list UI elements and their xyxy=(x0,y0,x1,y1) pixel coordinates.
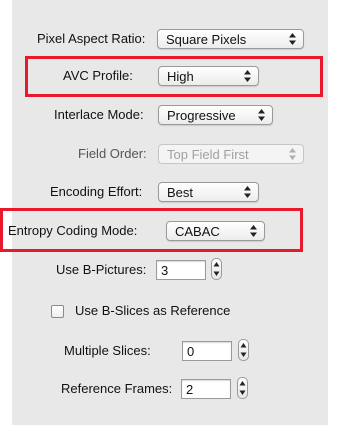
entropy-coding-mode-value: CABAC xyxy=(175,224,220,239)
multiple-slices-stepper[interactable] xyxy=(238,339,249,361)
avc-profile-value: High xyxy=(167,69,194,84)
stepper-arrows-icon xyxy=(240,343,247,357)
field-order-value: Top Field First xyxy=(167,147,249,162)
use-b-pictures-value: 3 xyxy=(161,263,169,278)
up-down-arrows-icon xyxy=(243,69,252,83)
multiple-slices-value: 0 xyxy=(187,344,195,359)
pixel-aspect-ratio-popup[interactable]: Square Pixels xyxy=(157,29,304,49)
reference-frames-field[interactable]: 2 xyxy=(181,379,231,399)
pixel-aspect-ratio-label: Pixel Aspect Ratio: xyxy=(37,31,146,46)
pixel-aspect-ratio-value: Square Pixels xyxy=(166,32,247,47)
avc-profile-label: AVC Profile: xyxy=(63,68,133,83)
interlace-mode-popup[interactable]: Progressive xyxy=(158,105,273,125)
use-b-pictures-field[interactable]: 3 xyxy=(156,260,206,280)
use-b-pictures-stepper[interactable] xyxy=(211,258,222,280)
use-b-slices-as-reference-label: Use B-Slices as Reference xyxy=(75,303,231,318)
interlace-mode-label: Interlace Mode: xyxy=(54,107,144,122)
encoding-effort-value: Best xyxy=(167,185,194,200)
avc-profile-popup[interactable]: High xyxy=(158,66,259,86)
entropy-coding-mode-popup[interactable]: CABAC xyxy=(166,221,265,241)
reference-frames-value: 2 xyxy=(186,382,194,397)
entropy-coding-mode-label: Entropy Coding Mode: xyxy=(8,223,138,238)
interlace-mode-value: Progressive xyxy=(167,108,236,123)
multiple-slices-label: Multiple Slices: xyxy=(64,343,151,358)
encoding-effort-label: Encoding Effort: xyxy=(50,184,143,199)
up-down-arrows-icon xyxy=(257,108,266,122)
multiple-slices-field[interactable]: 0 xyxy=(182,341,232,361)
up-down-arrows-icon xyxy=(249,224,258,238)
up-down-arrows-icon xyxy=(243,185,252,199)
up-down-arrows-icon xyxy=(288,32,297,46)
reference-frames-stepper[interactable] xyxy=(237,377,248,399)
reference-frames-label: Reference Frames: xyxy=(61,381,173,396)
field-order-label: Field Order: xyxy=(78,146,147,161)
stepper-arrows-icon xyxy=(239,381,246,395)
field-order-popup[interactable]: Top Field First xyxy=(158,144,304,164)
use-b-pictures-label: Use B-Pictures: xyxy=(56,262,147,277)
stepper-arrows-icon xyxy=(213,262,220,276)
encoding-effort-popup[interactable]: Best xyxy=(158,182,259,202)
up-down-arrows-icon xyxy=(288,147,297,161)
use-b-slices-as-reference-checkbox[interactable] xyxy=(51,305,64,318)
